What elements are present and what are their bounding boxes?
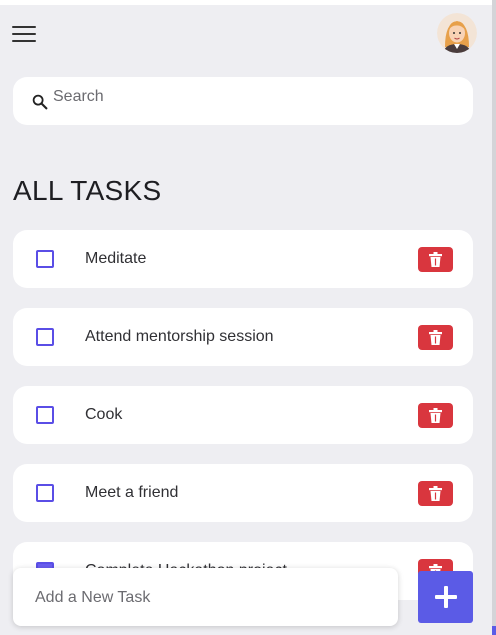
task-label: Attend mentorship session (85, 328, 274, 345)
task-checkbox[interactable] (36, 328, 54, 346)
plus-icon (435, 586, 457, 608)
delete-button[interactable] (418, 325, 453, 350)
task-item: Meditate (13, 230, 473, 288)
todo-app: ALL TASKS Meditate Attend mentorship ses… (0, 5, 492, 635)
delete-button[interactable] (418, 481, 453, 506)
trash-icon (429, 330, 442, 345)
new-task-input[interactable] (33, 568, 387, 628)
task-checkbox[interactable] (36, 484, 54, 502)
add-task-button[interactable] (418, 571, 473, 623)
task-item: Attend mentorship session (13, 308, 473, 366)
task-checkbox[interactable] (36, 406, 54, 424)
task-label: Meditate (85, 250, 147, 267)
window-edge-accent (492, 626, 496, 635)
search-bar (13, 73, 473, 125)
trash-icon (429, 408, 442, 423)
delete-button[interactable] (418, 403, 453, 428)
search-icon (32, 94, 48, 110)
user-avatar[interactable] (437, 13, 477, 53)
task-checkbox[interactable] (36, 250, 54, 268)
search-input[interactable] (53, 73, 453, 121)
hamburger-menu-icon[interactable] (12, 26, 36, 44)
trash-icon (429, 486, 442, 501)
task-item: Meet a friend (13, 464, 473, 522)
task-label: Meet a friend (85, 484, 179, 501)
section-title: ALL TASKS (13, 175, 162, 206)
delete-button[interactable] (418, 247, 453, 272)
task-item: Cook (13, 386, 473, 444)
window-edge (492, 0, 496, 635)
new-task-bar (13, 568, 398, 628)
trash-icon (429, 252, 442, 267)
task-label: Cook (85, 406, 123, 423)
